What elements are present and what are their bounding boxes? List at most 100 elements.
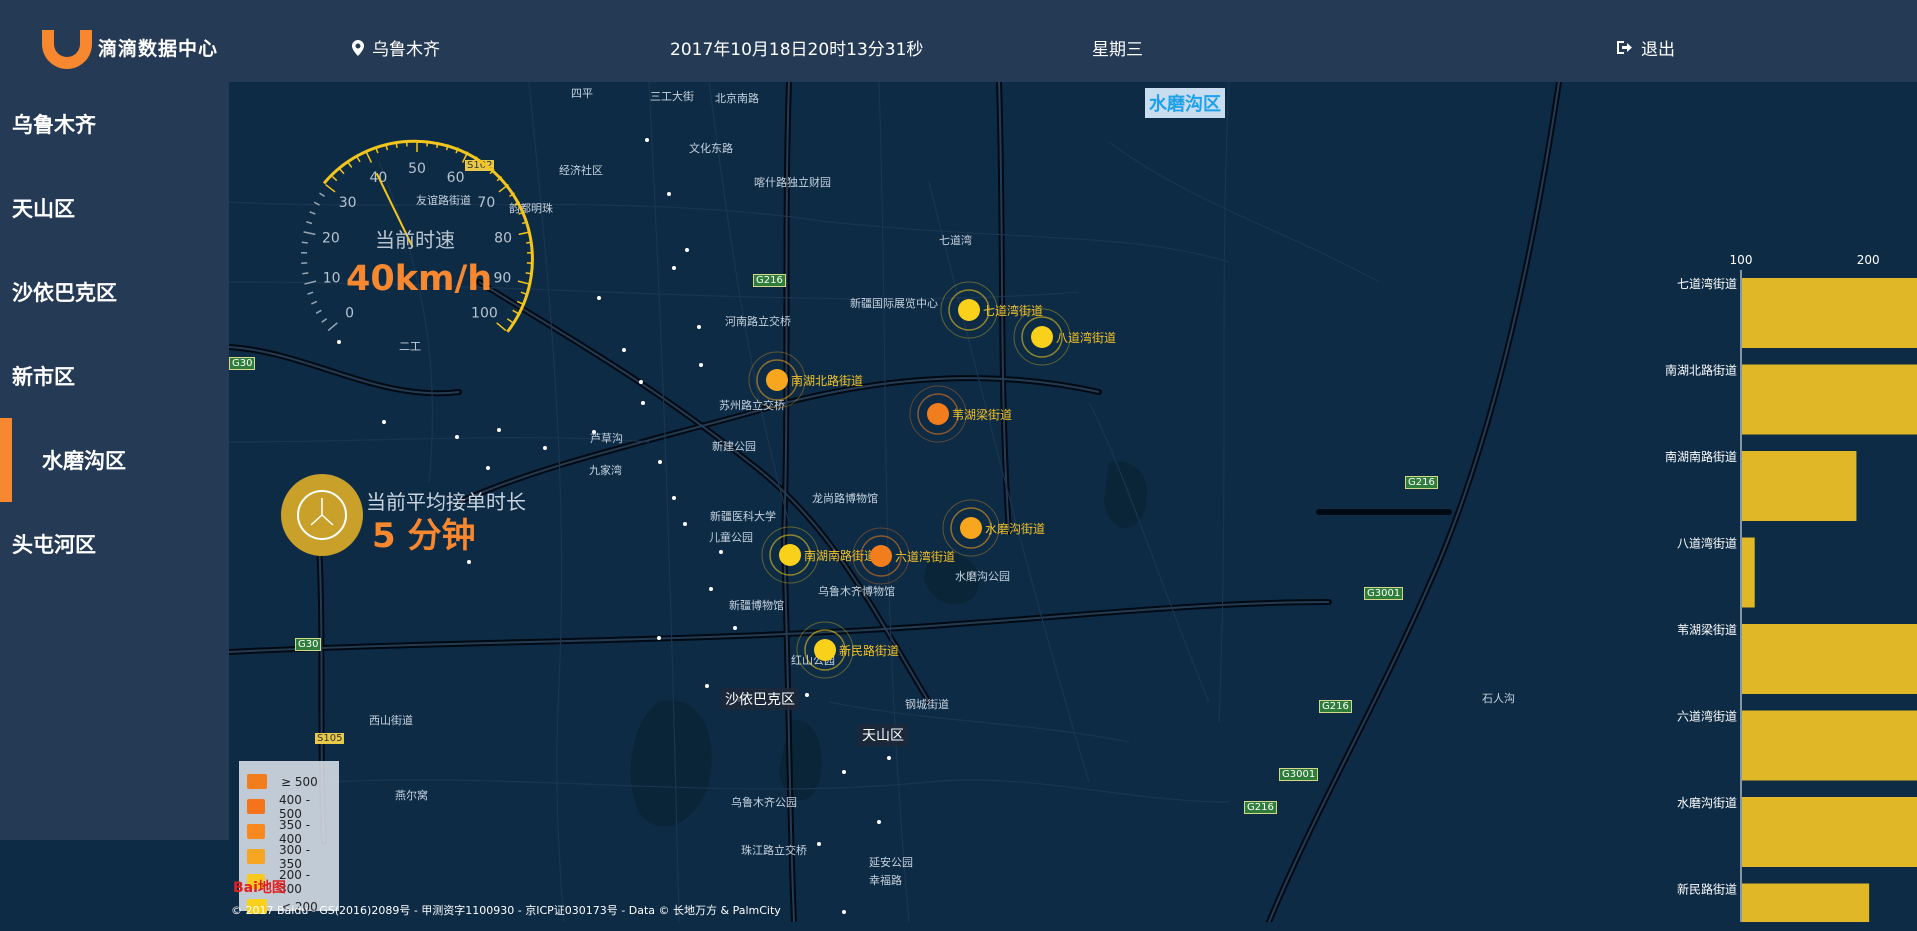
chart-category-label: 八道湾街道 [1677, 536, 1737, 551]
legend-swatch [247, 774, 267, 789]
chart-bar [1742, 364, 1917, 435]
gauge-tick [311, 300, 318, 305]
clock-icon [281, 474, 363, 556]
map-place-label: 水磨沟公园 [955, 570, 1010, 583]
chart-bar [1742, 537, 1755, 608]
sidebar-item-label: 沙依巴克区 [12, 281, 117, 305]
chart-bar [1742, 278, 1917, 348]
highway-badge: G216 [1244, 801, 1277, 814]
gauge-tick [321, 318, 328, 323]
chart-bar [1742, 451, 1857, 521]
sidebar-item-tianshan[interactable]: 天山区 [0, 166, 229, 250]
chart-bar [1742, 624, 1917, 694]
hotspot-label: 苇湖梁街道 [952, 408, 1013, 422]
map-place-label: 九家湾 [589, 464, 622, 477]
map-view[interactable]: 四平 三工大街 北京南路 文化东路 喀什路独立财园 友谊路街道 韵都明珠 经济社… [229, 82, 1917, 922]
gauge-tick [313, 201, 320, 206]
map-place-label: 四平 [571, 87, 593, 100]
hotspot-label: 水磨沟街道 [985, 522, 1046, 536]
gauge-tick [327, 322, 338, 332]
chart-bar [1742, 883, 1870, 922]
sidebar-item-xinshi[interactable]: 新市区 [0, 334, 229, 418]
gauge-tick [305, 220, 313, 225]
map-place-label: 三工大街 [650, 90, 694, 103]
gauge-tick-label: 20 [322, 231, 340, 247]
map-place-label: 乌鲁木齐公园 [731, 796, 797, 809]
gauge-tick-label: 90 [493, 270, 511, 286]
sidebar-item-shuimogou[interactable]: 水磨沟区 [0, 418, 229, 502]
map-place-label: 七道湾 [939, 234, 972, 247]
gauge-tick [395, 141, 398, 148]
gauge-tick [319, 192, 325, 198]
wait-time-value: 5 分钟 [372, 516, 476, 556]
logout-button[interactable]: 退出 [1616, 35, 1675, 60]
sidebar-item-shayibake[interactable]: 沙依巴克区 [0, 250, 229, 334]
sidebar-item-toutunhe[interactable]: 头屯河区 [0, 502, 229, 586]
gauge-tick [347, 162, 353, 168]
city-selector[interactable]: 乌鲁木齐 [352, 35, 440, 60]
gauge-tick [405, 140, 408, 147]
gauge-tick [331, 176, 338, 182]
gauge-tick [339, 168, 345, 175]
legend-item: 300 - 350 [247, 843, 331, 871]
logo[interactable]: 滴滴数据中心 [38, 22, 218, 72]
logout-label: 退出 [1641, 40, 1675, 60]
hotspot-label: 新民路街道 [839, 644, 900, 658]
map-place-label: 燕尔窝 [395, 789, 428, 802]
selected-region-tag: 水磨沟区 [1145, 88, 1225, 118]
highway-badge: S105 [315, 733, 345, 744]
map-place-label: 钢城街道 [905, 698, 949, 711]
map-place-label: 新建公园 [712, 440, 756, 453]
highway-badge: G216 [753, 274, 786, 287]
gauge-tick [426, 140, 429, 147]
chart-category-label: 南湖北路街道 [1665, 363, 1737, 378]
highway-badge: G30 [295, 638, 322, 651]
gauge-tick [303, 231, 316, 236]
gauge-tick [496, 322, 507, 332]
gauge-tick [506, 318, 513, 323]
map-copyright: © 2017 Baidu - GS(2016)2089号 - 甲测资字11009… [231, 904, 781, 917]
gauge-tick-label: 50 [408, 161, 426, 177]
sidebar-item-label: 水磨沟区 [42, 449, 126, 473]
gauge-tick-label: 80 [494, 231, 512, 247]
sidebar-item-label: 乌鲁木齐 [12, 113, 96, 137]
map-place-label: 西山街道 [369, 714, 413, 727]
gauge-tick-label: 30 [339, 195, 357, 211]
didi-logo-icon [38, 22, 94, 72]
sidebar: 乌鲁木齐 天山区 沙依巴克区 新市区 水磨沟区 头屯河区 [0, 82, 229, 840]
highway-badge: G3001 [1364, 587, 1404, 600]
gauge-tick [525, 272, 532, 275]
chart-category-label: 新民路街道 [1677, 882, 1737, 897]
gauge-tick-label: 0 [345, 306, 354, 322]
district-label: 天山区 [858, 724, 908, 746]
map-place-label: 芦草沟 [590, 432, 623, 445]
sidebar-item-label: 新市区 [12, 365, 75, 389]
baidu-map-logo: Bai地图 [233, 880, 286, 896]
map-place-label: 北京南路 [715, 92, 759, 105]
gauge-tick [309, 211, 316, 215]
sidebar-item-urumqi[interactable]: 乌鲁木齐 [0, 82, 229, 166]
app-title: 滴滴数据中心 [98, 37, 219, 60]
highway-badge: G30 [229, 357, 256, 370]
gauge-tick [307, 291, 314, 295]
legend-item: 400 - 500 [247, 793, 331, 821]
header: 滴滴数据中心 乌鲁木齐 2017年10月18日20时13分31秒 星期三 退出 [0, 0, 1917, 82]
gauge-tick [301, 241, 308, 244]
gauge-tick [325, 183, 336, 193]
gauge-tick [516, 300, 523, 305]
sidebar-item-label: 天山区 [12, 197, 75, 221]
legend-item: 350 - 400 [247, 818, 331, 846]
chart-category-label: 苇湖梁街道 [1677, 622, 1737, 637]
chart-bar [1742, 797, 1917, 867]
chart-x-tick: 200 [1857, 253, 1880, 267]
map-place-label: 新疆医科大学 [710, 510, 776, 523]
gauge-tick [526, 241, 533, 244]
gauge-tick [302, 272, 309, 275]
gauge-tick [512, 309, 519, 314]
gauge-tick-label: 70 [477, 195, 495, 211]
legend-item: ≥ 500 [247, 769, 331, 794]
weekday: 星期三 [1092, 40, 1143, 60]
highway-badge: G3001 [1279, 768, 1319, 781]
gauge-tick [436, 141, 439, 148]
gauge-tick [356, 156, 361, 163]
